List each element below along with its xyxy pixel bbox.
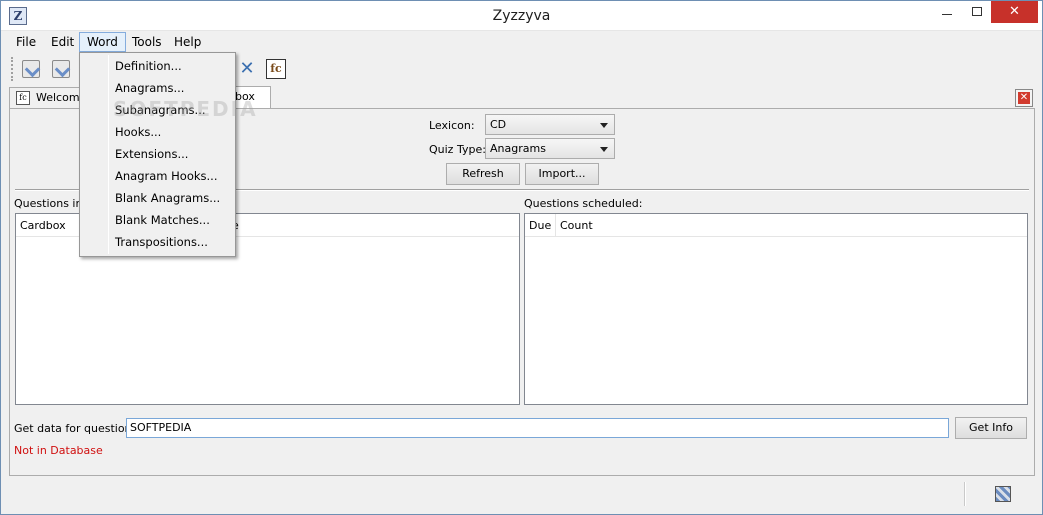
menu-tools[interactable]: Tools xyxy=(125,32,169,52)
maximize-button[interactable] xyxy=(962,1,992,23)
minimize-icon xyxy=(942,14,952,15)
save-quiz-button[interactable] xyxy=(49,57,73,81)
toolbar-grip[interactable] xyxy=(11,57,14,81)
window-title: Zyzzyva xyxy=(492,8,551,24)
tab-welcome[interactable]: fc Welcome xyxy=(9,87,86,108)
menu-item-blank-matches[interactable]: Blank Matches... xyxy=(82,209,233,231)
open-quiz-icon xyxy=(22,60,40,78)
word-menu: Definition... Anagrams... Subanagrams...… xyxy=(79,52,236,257)
scheduled-list-header: Due Count xyxy=(525,214,1027,237)
progress-icon xyxy=(995,486,1011,502)
quiz-type-label: Quiz Type: xyxy=(429,143,486,156)
quiz-type-value: Anagrams xyxy=(490,142,546,155)
tab-welcome-icon: fc xyxy=(16,91,30,105)
lexicon-value: CD xyxy=(490,118,507,131)
app-window: Z Zyzzyva ✕ File Edit Word Tools Help ✕ … xyxy=(0,0,1043,515)
close-tab-icon: ✕ xyxy=(1018,92,1030,104)
menu-item-transpositions[interactable]: Transpositions... xyxy=(82,231,233,253)
close-icon: ✕ xyxy=(1009,4,1020,19)
questions-scheduled-label: Questions scheduled: xyxy=(524,197,643,210)
minimize-button[interactable] xyxy=(932,1,962,23)
menu-bar: File Edit Word Tools Help xyxy=(1,32,1042,52)
lexicon-label: Lexicon: xyxy=(429,119,475,132)
status-message: Not in Database xyxy=(14,444,103,457)
column-e[interactable]: e xyxy=(228,214,521,237)
watermark: SOFTPEDIA xyxy=(113,97,258,121)
question-input[interactable]: SOFTPEDIA xyxy=(126,418,949,438)
menu-item-extensions[interactable]: Extensions... xyxy=(82,143,233,165)
title-bar: Z Zyzzyva ✕ xyxy=(1,1,1042,31)
get-data-label: Get data for question: xyxy=(14,422,136,435)
menu-item-anagram-hooks[interactable]: Anagram Hooks... xyxy=(82,165,233,187)
menu-item-blank-anagrams[interactable]: Blank Anagrams... xyxy=(82,187,233,209)
maximize-icon xyxy=(972,7,982,16)
menu-item-definition[interactable]: Definition... xyxy=(82,55,233,77)
menu-help[interactable]: Help xyxy=(167,32,208,52)
save-quiz-icon xyxy=(52,60,70,78)
menu-word[interactable]: Word xyxy=(79,32,126,52)
refresh-button[interactable]: Refresh xyxy=(446,163,520,185)
menu-file[interactable]: File xyxy=(9,32,43,52)
menu-item-anagrams[interactable]: Anagrams... xyxy=(82,77,233,99)
chevron-down-icon xyxy=(600,123,608,128)
import-button[interactable]: Import... xyxy=(525,163,599,185)
chevron-down-icon xyxy=(600,147,608,152)
cardbox-icon[interactable]: fc xyxy=(266,59,286,79)
column-due[interactable]: Due xyxy=(525,214,556,237)
get-info-button[interactable]: Get Info xyxy=(955,417,1027,439)
quiz-type-combo[interactable]: Anagrams xyxy=(485,138,615,159)
lexicon-combo[interactable]: CD xyxy=(485,114,615,135)
close-button[interactable]: ✕ xyxy=(991,1,1038,23)
column-count[interactable]: Count xyxy=(556,214,1029,237)
menu-item-hooks[interactable]: Hooks... xyxy=(82,121,233,143)
settings-wrench-icon[interactable]: ✕ xyxy=(235,57,259,81)
scheduled-list[interactable]: Due Count xyxy=(524,213,1028,405)
new-quiz-button[interactable] xyxy=(19,57,43,81)
status-bar xyxy=(1,478,1042,514)
close-tab-button[interactable]: ✕ xyxy=(1015,89,1033,107)
menu-edit[interactable]: Edit xyxy=(44,32,81,52)
status-separator xyxy=(964,482,966,506)
